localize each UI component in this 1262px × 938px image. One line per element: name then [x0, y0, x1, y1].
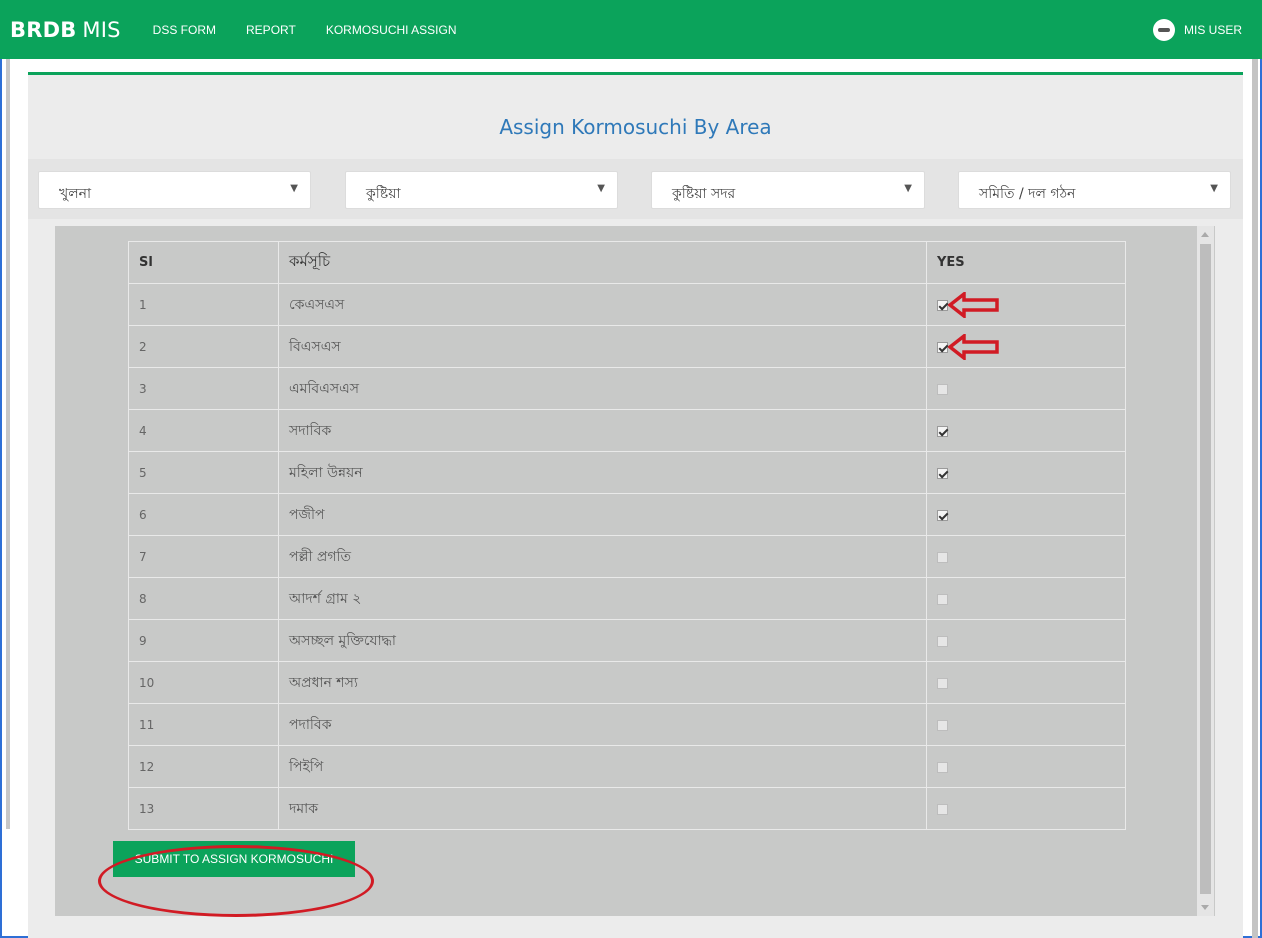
row-kormosuchi-name: অসচ্ছল মুক্তিযোদ্ধা: [278, 619, 927, 662]
row-yes-cell: [926, 787, 1126, 830]
row-sl: 11: [128, 703, 279, 746]
row-yes-cell: [926, 619, 1126, 662]
right-border-strip: [1252, 59, 1258, 938]
table-header-row: Sl কর্মসূচি YES: [128, 241, 1126, 284]
table-row: 3 এমবিএসএস: [128, 367, 1126, 410]
yes-checkbox[interactable]: [937, 509, 948, 521]
row-yes-cell: [926, 661, 1126, 704]
yes-checkbox[interactable]: [937, 761, 948, 773]
yes-checkbox[interactable]: [937, 341, 948, 353]
table-row: 10 অপ্রধান শস্য: [128, 661, 1126, 704]
table-row: 9 অসচ্ছল মুক্তিযোদ্ধা: [128, 619, 1126, 662]
row-yes-cell: [926, 493, 1126, 536]
row-kormosuchi-name: সদাবিক: [278, 409, 927, 452]
row-kormosuchi-name: দমাক: [278, 787, 927, 830]
user-menu[interactable]: MIS USER: [1152, 0, 1242, 59]
district-select-value: কুষ্টিয়া: [366, 186, 401, 202]
yes-checkbox[interactable]: [937, 299, 948, 311]
chevron-down-icon: ▼: [1210, 183, 1218, 194]
page-title: Assign Kormosuchi By Area: [499, 115, 772, 139]
yes-checkbox[interactable]: [937, 803, 948, 815]
yes-checkbox[interactable]: [937, 593, 948, 605]
table-row: 5 মহিলা উন্নয়ন: [128, 451, 1126, 494]
division-select[interactable]: খুলনা ▼: [38, 171, 311, 209]
user-avatar-icon: [1152, 18, 1175, 41]
yes-checkbox[interactable]: [937, 425, 948, 437]
scrollbar-thumb[interactable]: [1200, 244, 1211, 894]
division-select-value: খুলনা: [59, 186, 92, 202]
row-sl: 7: [128, 535, 279, 578]
row-sl: 10: [128, 661, 279, 704]
chevron-down-icon: ▼: [290, 183, 298, 194]
upazila-select-value: কুষ্টিয়া সদর: [672, 186, 736, 202]
chevron-down-icon: ▼: [904, 183, 912, 194]
row-sl: 2: [128, 325, 279, 368]
row-sl: 9: [128, 619, 279, 662]
row-yes-cell: [926, 577, 1126, 620]
left-border-strip: [6, 59, 10, 829]
nav-link-dss-form[interactable]: DSS FORM: [153, 23, 216, 37]
table-row: 8 আদর্শ গ্রাম ২: [128, 577, 1126, 620]
yes-checkbox[interactable]: [937, 551, 948, 563]
yes-checkbox[interactable]: [937, 467, 948, 479]
row-yes-cell: [926, 409, 1126, 452]
row-kormosuchi-name: অপ্রধান শস্য: [278, 661, 927, 704]
row-yes-cell: [926, 535, 1126, 578]
annotation-circle: [98, 845, 374, 917]
row-kormosuchi-name: আদর্শ গ্রাম ২: [278, 577, 927, 620]
scroll-down-icon[interactable]: [1201, 905, 1209, 910]
nav-link-report[interactable]: REPORT: [246, 23, 296, 37]
row-sl: 4: [128, 409, 279, 452]
row-yes-cell: [926, 745, 1126, 788]
type-select-value: সমিতি / দল গঠন: [979, 186, 1076, 202]
row-kormosuchi-name: পল্লী প্রগতি: [278, 535, 927, 578]
row-kormosuchi-name: কেএসএস: [278, 283, 927, 326]
row-kormosuchi-name: বিএসএস: [278, 325, 927, 368]
row-sl: 13: [128, 787, 279, 830]
row-sl: 1: [128, 283, 279, 326]
vertical-scrollbar[interactable]: [1197, 226, 1214, 916]
yes-checkbox[interactable]: [937, 719, 948, 731]
row-sl: 6: [128, 493, 279, 536]
chevron-down-icon: ▼: [597, 183, 605, 194]
table-row: 7 পল্লী প্রগতি: [128, 535, 1126, 578]
kormosuchi-table: Sl কর্মসূচি YES 1 কেএসএস 2 বিএসএস 3 এমবিএসএস 4…: [128, 241, 1126, 830]
header-sl: Sl: [128, 241, 279, 284]
row-yes-cell: [926, 703, 1126, 746]
annotation-arrow-icon: [948, 292, 999, 318]
row-kormosuchi-name: মহিলা উন্নয়ন: [278, 451, 927, 494]
yes-checkbox[interactable]: [937, 635, 948, 647]
brand-light-text: MIS: [82, 17, 121, 42]
annotation-arrow-icon: [948, 334, 999, 360]
yes-checkbox[interactable]: [937, 677, 948, 689]
row-yes-cell: [926, 367, 1126, 410]
table-row: 4 সদাবিক: [128, 409, 1126, 452]
row-sl: 8: [128, 577, 279, 620]
upazila-select[interactable]: কুষ্টিয়া সদর ▼: [651, 171, 925, 209]
row-sl: 12: [128, 745, 279, 788]
navbar: BRDB MIS DSS FORM REPORT KORMOSUCHI ASSI…: [0, 0, 1262, 59]
row-kormosuchi-name: পজীপ: [278, 493, 927, 536]
yes-checkbox[interactable]: [937, 383, 948, 395]
row-yes-cell: [926, 451, 1126, 494]
district-select[interactable]: কুষ্টিয়া ▼: [345, 171, 618, 209]
type-select[interactable]: সমিতি / দল গঠন ▼: [958, 171, 1231, 209]
table-row: 13 দমাক: [128, 787, 1126, 830]
row-kormosuchi-name: এমবিএসএস: [278, 367, 927, 410]
row-sl: 3: [128, 367, 279, 410]
brand-bold-text: BRDB: [10, 17, 77, 42]
nav-link-kormosuchi-assign[interactable]: KORMOSUCHI ASSIGN: [326, 23, 457, 37]
row-kormosuchi-name: পদাবিক: [278, 703, 927, 746]
row-sl: 5: [128, 451, 279, 494]
brand-logo[interactable]: BRDB MIS: [10, 18, 121, 42]
user-name: MIS USER: [1183, 22, 1242, 37]
table-row: 12 পিইপি: [128, 745, 1126, 788]
scroll-up-icon[interactable]: [1201, 232, 1209, 237]
header-yes: YES: [926, 241, 1126, 284]
table-row: 6 পজীপ: [128, 493, 1126, 536]
row-kormosuchi-name: পিইপি: [278, 745, 927, 788]
table-row: 11 পদাবিক: [128, 703, 1126, 746]
header-kormosuchi: কর্মসূচি: [278, 241, 927, 284]
